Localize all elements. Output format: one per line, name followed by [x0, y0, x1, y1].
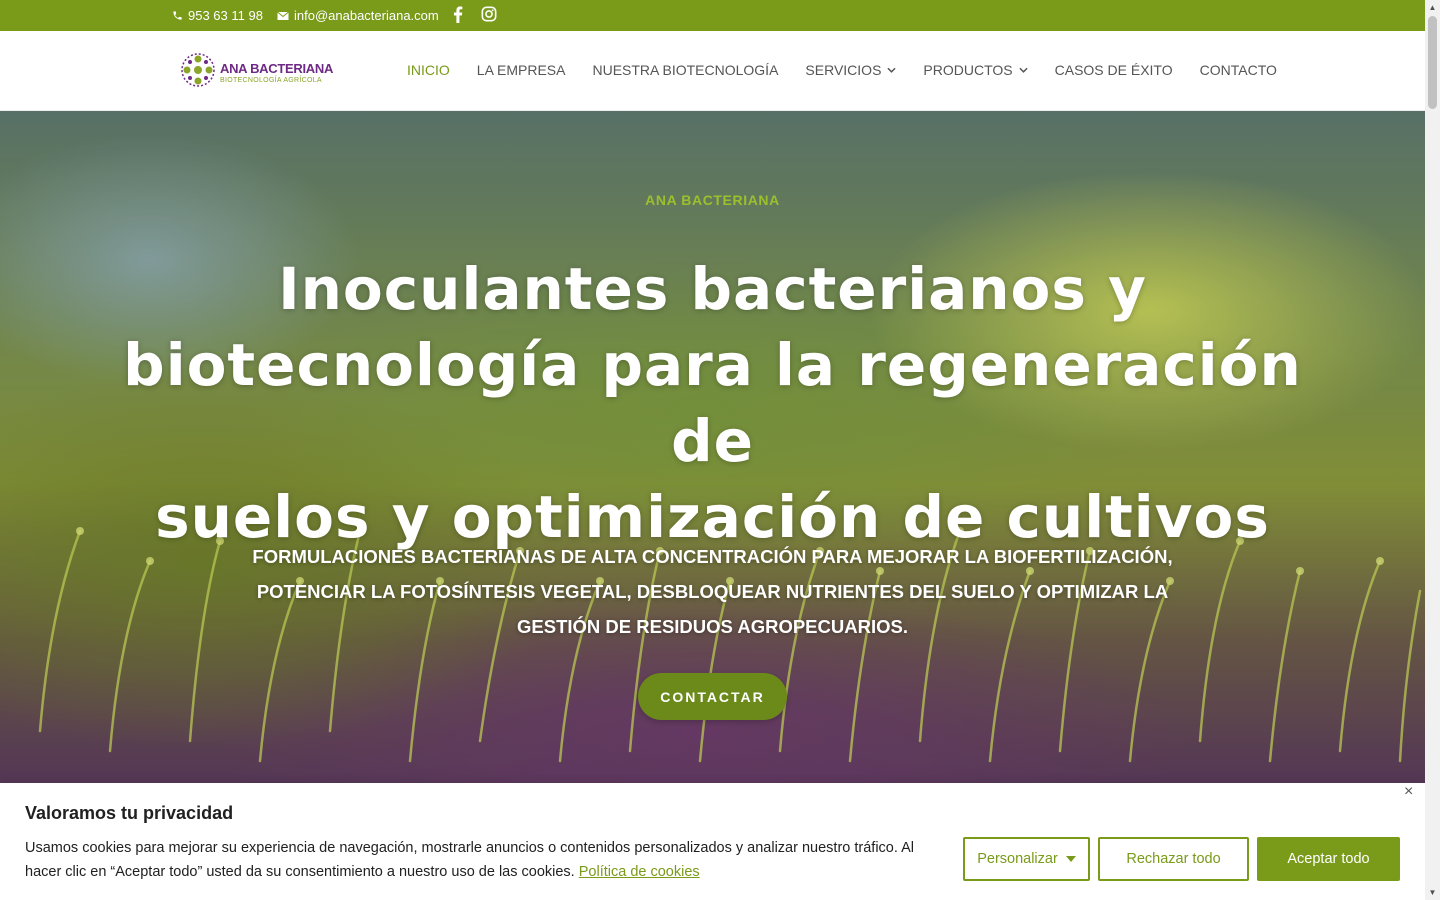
nav-label: CONTACTO [1199, 62, 1277, 78]
cookie-description: Usamos cookies para mejorar su experienc… [25, 840, 915, 880]
cookie-title: Valoramos tu privacidad [25, 803, 234, 823]
facebook-icon[interactable] [453, 6, 463, 23]
site-header: ANA BACTERIANA BIOTECNOLOGÍA AGRÍCOLA IN… [0, 31, 1425, 111]
scrollbar-thumb[interactable] [1428, 16, 1437, 109]
hero-subtext: FORMULACIONES BACTERIANAS DE ALTA CONCEN… [240, 539, 1185, 644]
scroll-down-arrow-icon[interactable]: ▼ [1425, 885, 1440, 900]
nav-item-servicios[interactable]: SERVICIOS [805, 62, 897, 78]
nav-item-casos-de-exito[interactable]: CASOS DE ÉXITO [1055, 62, 1173, 78]
page-scrollbar[interactable]: ▲ ▼ [1425, 0, 1440, 900]
cookie-policy-link[interactable]: Política de cookies [579, 864, 700, 880]
phone-contact[interactable]: 953 63 11 98 [172, 8, 263, 23]
site-logo[interactable]: ANA BACTERIANA BIOTECNOLOGÍA AGRÍCOLA [180, 52, 333, 93]
subtext-line: FORMULACIONES BACTERIANAS DE ALTA CONCEN… [252, 546, 1173, 567]
caret-down-icon [1065, 856, 1076, 862]
reject-all-button[interactable]: Rechazar todo [1098, 837, 1249, 881]
subtext-line: GESTIÓN DE RESIDUOS AGROPECUARIOS. [517, 616, 908, 637]
close-icon[interactable]: × [1404, 783, 1413, 801]
headline-line: Inoculantes bacterianos y [278, 255, 1147, 323]
nav-item-productos[interactable]: PRODUCTOS [923, 62, 1028, 78]
scroll-up-arrow-icon[interactable]: ▲ [1425, 0, 1440, 15]
nav-label: INICIO [407, 62, 450, 78]
nav-label: SERVICIOS [805, 62, 882, 78]
logo-emblem-icon [180, 52, 216, 93]
nav-item-contacto[interactable]: CONTACTO [1200, 62, 1277, 78]
nav-item-nuestra-biotecnologia[interactable]: NUESTRA BIOTECNOLOGÍA [592, 62, 778, 78]
nav-item-la-empresa[interactable]: LA EMPRESA [477, 62, 566, 78]
cookie-banner: × Valoramos tu privacidad Usamos cookies… [0, 783, 1425, 900]
headline-line: biotecnología para la regeneración de [123, 331, 1302, 475]
hero-headline: Inoculantes bacterianos y biotecnología … [120, 251, 1305, 555]
chevron-down-icon [1019, 65, 1028, 76]
customize-label: Personalizar [977, 851, 1058, 867]
nav-label: CASOS DE ÉXITO [1054, 62, 1173, 78]
email-address: info@anabacteriana.com [294, 8, 439, 23]
nav-label: PRODUCTOS [923, 62, 1013, 78]
email-contact[interactable]: info@anabacteriana.com [277, 8, 439, 23]
nav-item-inicio[interactable]: INICIO [407, 62, 450, 78]
top-bar: 953 63 11 98 info@anabacteriana.com [0, 0, 1425, 31]
chevron-down-icon [887, 65, 897, 76]
mail-icon [277, 11, 289, 21]
logo-tagline: BIOTECNOLOGÍA AGRÍCOLA [220, 76, 322, 84]
logo-name: ANA BACTERIANA [220, 60, 334, 76]
customize-button[interactable]: Personalizar [963, 837, 1090, 881]
contactar-button[interactable]: CONTACTAR [638, 673, 787, 720]
hero-section: ANA BACTERIANA Inoculantes bacterianos y… [0, 111, 1425, 791]
phone-number: 953 63 11 98 [188, 8, 263, 23]
cookie-text: Usamos cookies para mejorar su experienc… [25, 836, 935, 884]
nav-label: LA EMPRESA [476, 62, 566, 78]
subtext-line: POTENCIAR LA FOTOSÍNTESIS VEGETAL, DESBL… [256, 581, 1169, 602]
accept-all-button[interactable]: Aceptar todo [1257, 837, 1400, 881]
hero-eyebrow: ANA BACTERIANA [645, 192, 780, 208]
instagram-icon[interactable] [481, 6, 497, 22]
phone-icon [172, 10, 183, 21]
main-nav: INICIO LA EMPRESA NUESTRA BIOTECNOLOGÍA … [407, 62, 1304, 78]
nav-label: NUESTRA BIOTECNOLOGÍA [592, 62, 779, 78]
